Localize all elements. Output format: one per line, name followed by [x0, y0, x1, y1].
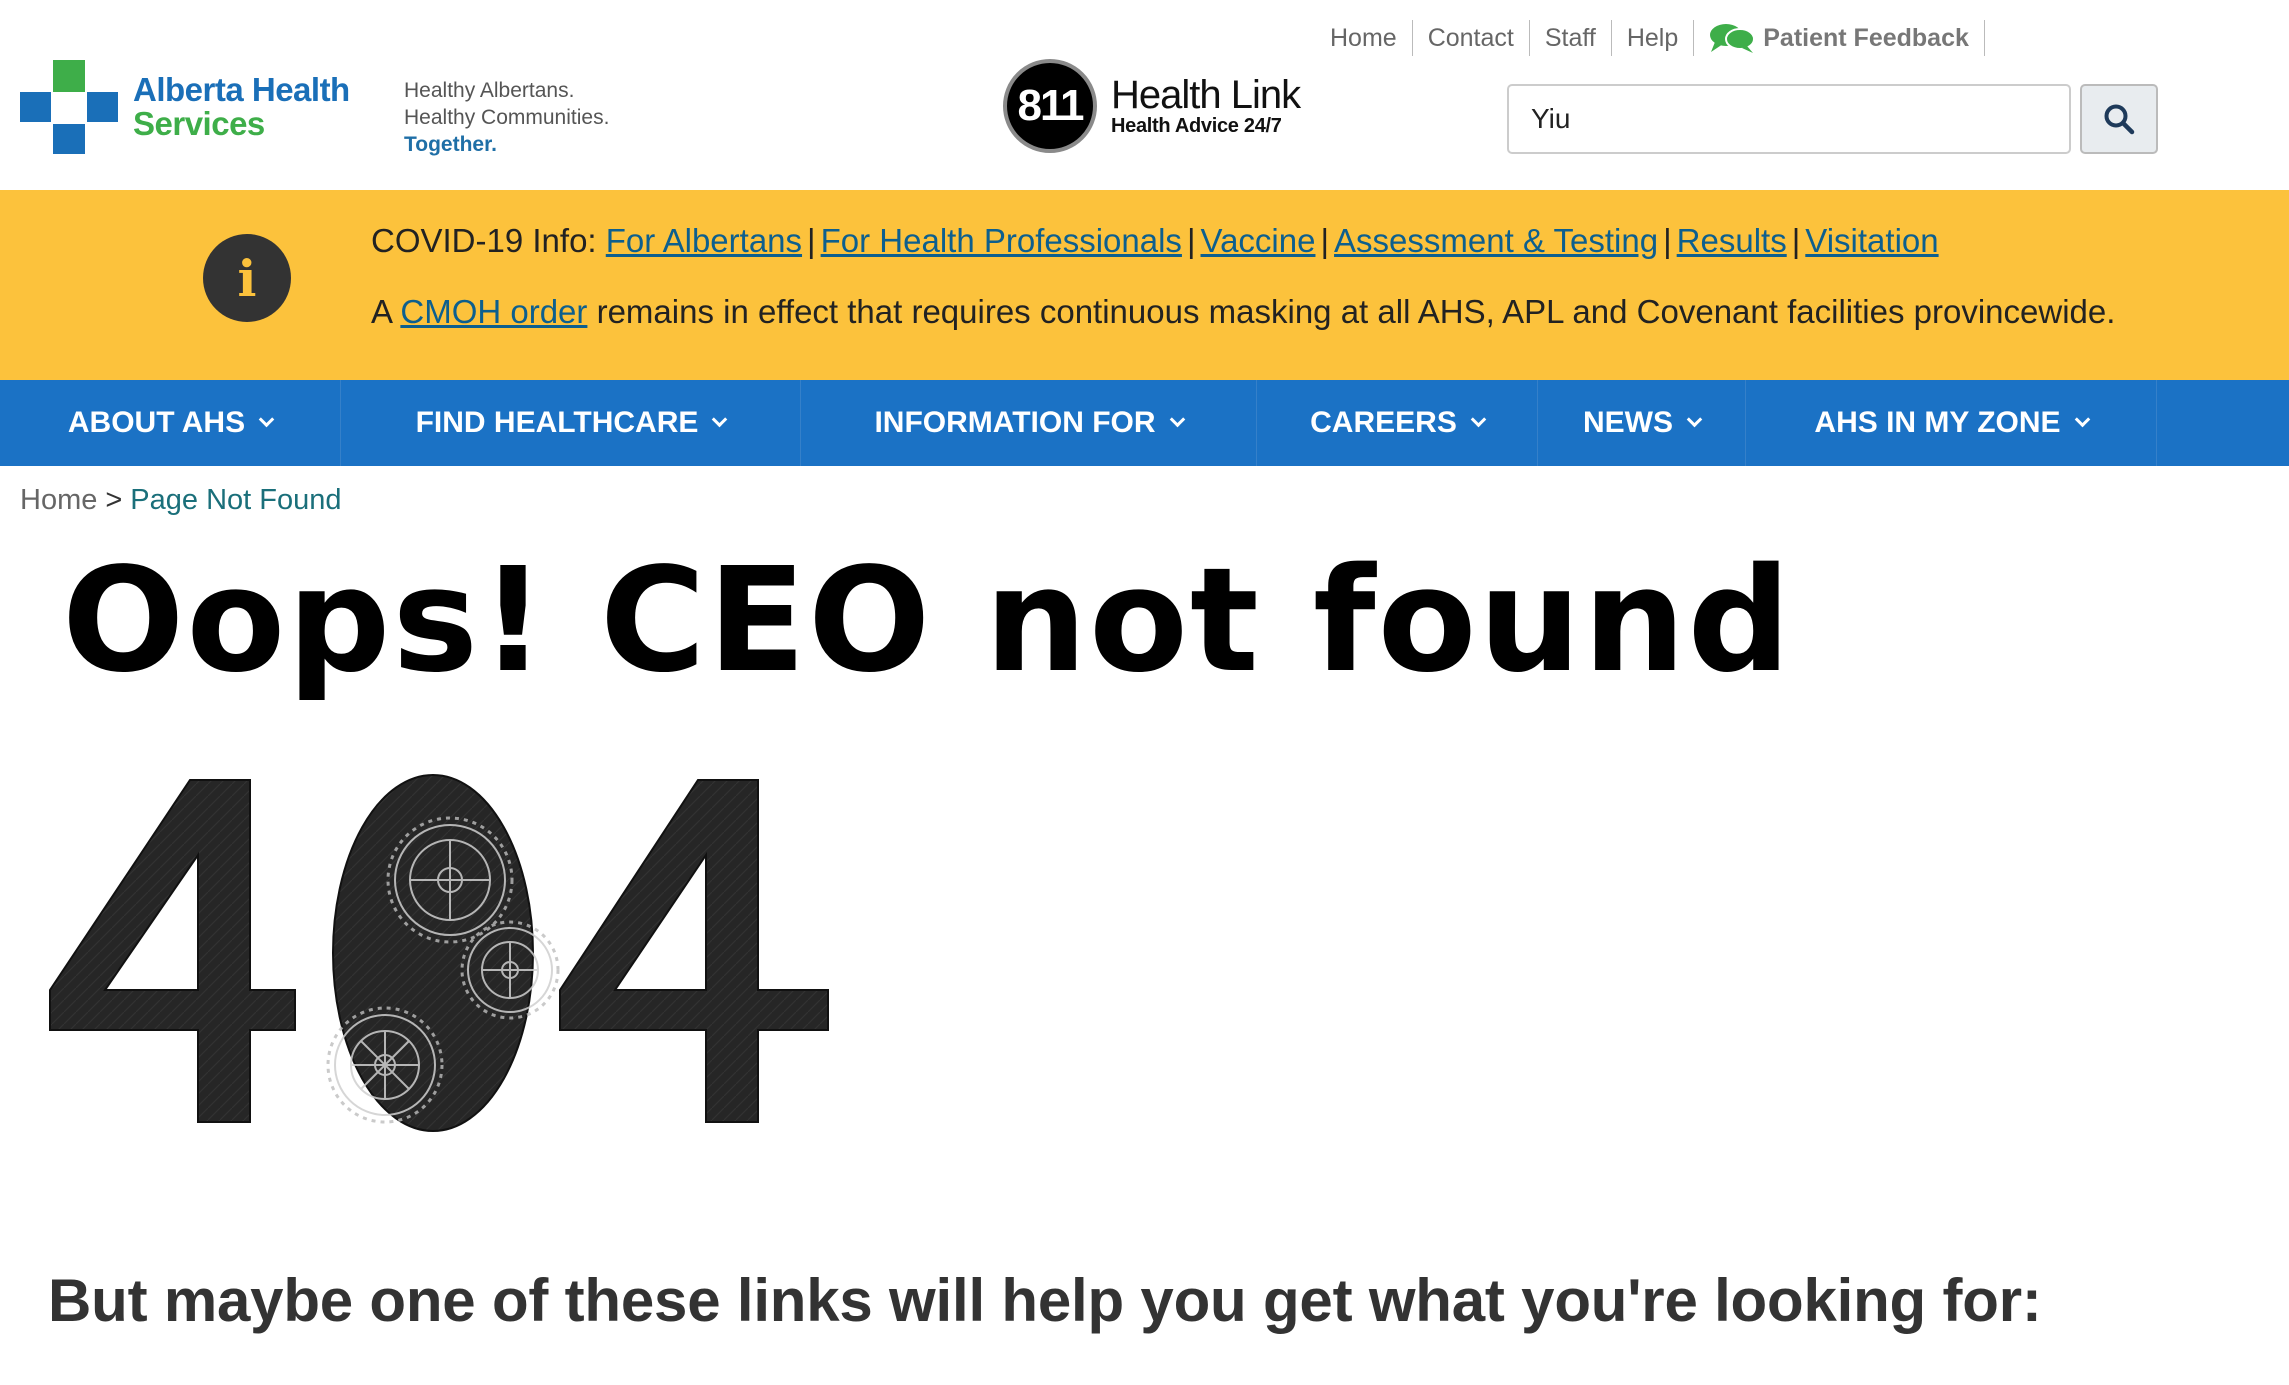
nav-item-information-for[interactable]: Information For: [801, 380, 1257, 466]
nav-item-ahs-in-my-zone[interactable]: AHS in My Zone: [1746, 380, 2157, 466]
digit-four-right: [559, 779, 829, 1123]
chevron-down-icon: [1686, 411, 1703, 427]
link-for-health-professionals[interactable]: For Health Professionals: [821, 222, 1182, 259]
utility-link-home[interactable]: Home: [1315, 20, 1413, 56]
patient-feedback-label: Patient Feedback: [1763, 24, 1969, 52]
masking-prefix: A: [371, 293, 392, 330]
covid-info-links: COVID-19 Info: For Albertans | For Health …: [371, 222, 1939, 259]
chat-bubbles-icon: [1710, 24, 1756, 53]
site-header: Alberta Health Services Healthy Albertan…: [0, 0, 2289, 190]
chevron-down-icon: [1169, 411, 1185, 427]
search-icon: [2104, 104, 2135, 135]
covid-banner: i COVID-19 Info: For Albertans | For Healt…: [0, 190, 2289, 380]
breadcrumb-home[interactable]: Home: [20, 484, 97, 516]
nav-item-careers[interactable]: Careers: [1257, 380, 1538, 466]
nav-item-about-ahs[interactable]: About AHS: [0, 380, 341, 466]
nav-item-find-healthcare[interactable]: Find Healthcare: [341, 380, 801, 466]
link-cmoh-order[interactable]: CMOH order: [400, 293, 587, 330]
masking-text: remains in effect that requires continuo…: [596, 293, 2116, 330]
breadcrumb-separator: >: [105, 484, 123, 516]
page-title: Oops! CEO not found: [62, 536, 1793, 704]
nav-item-news[interactable]: News: [1538, 380, 1746, 466]
nav-label: News: [1583, 406, 1673, 439]
masking-notice: A CMOH order remains in effect that requ…: [371, 293, 2115, 331]
chevron-down-icon: [712, 411, 728, 427]
nav-label: Information For: [874, 406, 1156, 439]
nav-label: AHS in My Zone: [1814, 406, 2061, 439]
utility-nav: Home Contact Staff Help Patient Feedback: [1315, 20, 1985, 56]
chevron-down-icon: [2074, 411, 2090, 427]
digit-four-left: [49, 779, 296, 1123]
search-input[interactable]: [1507, 84, 2071, 154]
link-for-albertans[interactable]: For Albertans: [606, 222, 802, 259]
health-link-badge: 811: [1003, 59, 1097, 153]
search-button[interactable]: [2080, 84, 2158, 154]
help-links-heading: But maybe one of these links will help y…: [48, 1267, 2042, 1334]
error-404-graphic: [49, 774, 829, 1132]
tagline-line-2: Healthy Communities.: [404, 106, 610, 129]
breadcrumb: Home > Page Not Found: [20, 484, 342, 517]
logo-line-2: Services: [133, 105, 265, 142]
covid-info-label: COVID-19 Info:: [371, 222, 597, 259]
patient-feedback-link[interactable]: Patient Feedback: [1694, 20, 1985, 56]
tagline-line-3: Together.: [404, 133, 497, 156]
health-link-subtitle: Health Advice 24/7: [1111, 115, 1282, 137]
logo-line-1: Alberta Health: [133, 71, 350, 108]
link-results[interactable]: Results: [1677, 222, 1787, 259]
utility-link-contact[interactable]: Contact: [1413, 20, 1530, 56]
link-vaccine[interactable]: Vaccine: [1201, 222, 1316, 259]
logo-wordmark: Alberta Health Services: [133, 73, 350, 141]
tagline: Healthy Albertans. Healthy Communities. …: [404, 77, 609, 158]
chevron-down-icon: [258, 411, 275, 427]
nav-label: Find Healthcare: [415, 406, 699, 439]
ahs-cross-logo-icon: [20, 60, 118, 154]
link-visitation[interactable]: Visitation: [1805, 222, 1938, 259]
nav-label: Careers: [1310, 406, 1457, 439]
health-link-title: Health Link: [1111, 73, 1301, 117]
link-assessment-testing[interactable]: Assessment & Testing: [1334, 222, 1658, 259]
info-icon: i: [203, 234, 291, 322]
main-nav: About AHS Find Healthcare Information Fo…: [0, 380, 2289, 466]
health-link-text: Health Link Health Advice 24/7: [1111, 73, 1301, 137]
utility-link-help[interactable]: Help: [1612, 20, 1695, 56]
utility-link-staff[interactable]: Staff: [1530, 20, 1612, 56]
nav-label: About AHS: [67, 406, 246, 439]
chevron-down-icon: [1470, 411, 1487, 427]
tagline-line-1: Healthy Albertans.: [404, 79, 575, 102]
health-link-logo[interactable]: 811 Health Link Health Advice 24/7: [1003, 59, 1301, 153]
ahs-logo[interactable]: Alberta Health Services: [20, 60, 350, 154]
breadcrumb-current: Page Not Found: [130, 484, 342, 516]
